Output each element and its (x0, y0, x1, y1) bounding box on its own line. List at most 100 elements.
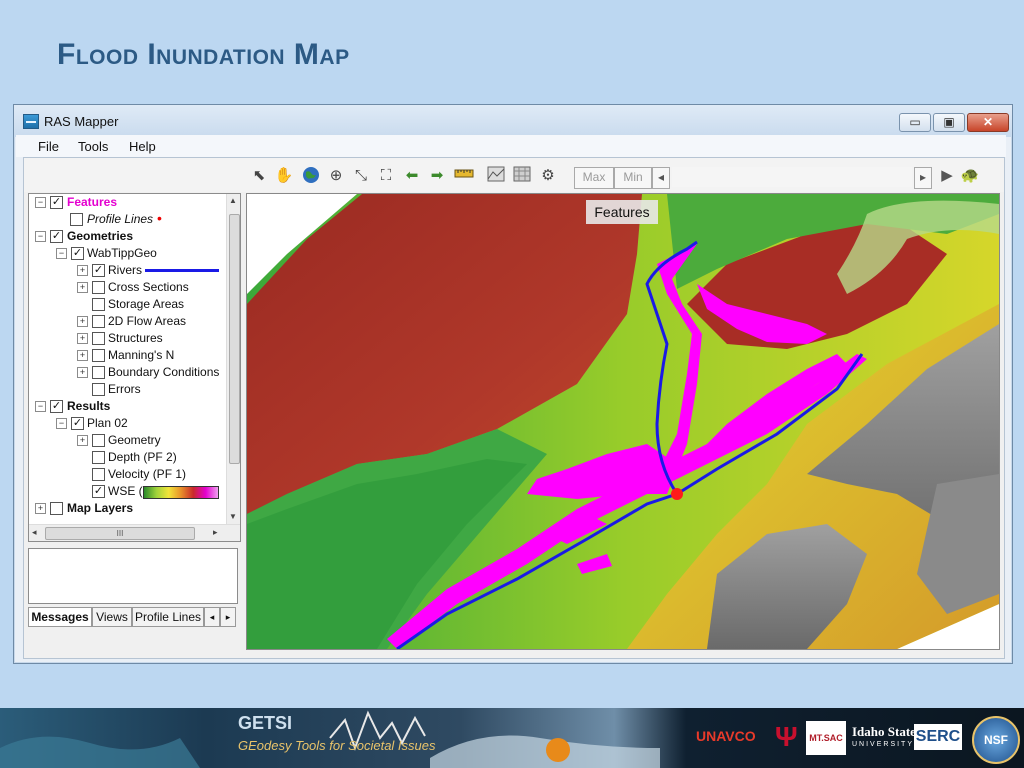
tree-vertical-scrollbar[interactable]: ▲ ▼ (226, 194, 240, 524)
results-label[interactable]: Results (67, 399, 110, 413)
results-checkbox[interactable]: ✓ (50, 400, 63, 413)
minimize-button[interactable]: ▭ (899, 113, 931, 132)
menu-file[interactable]: File (38, 139, 59, 154)
tab-scroll-right-icon[interactable]: ▸ (220, 607, 236, 627)
expand-structures-icon[interactable]: + (77, 333, 88, 344)
zoom-extent-in-icon[interactable]: ⤡ (351, 166, 371, 186)
boundary-conditions-label[interactable]: Boundary Conditions (108, 365, 219, 379)
junction-marker[interactable] (671, 488, 683, 500)
settings-gear-icon[interactable]: ⚙ (538, 166, 558, 186)
geometry-label[interactable]: Geometry (108, 433, 161, 447)
tab-views[interactable]: Views (92, 607, 132, 627)
expand-geometry-icon[interactable]: + (77, 435, 88, 446)
zoom-in-icon[interactable]: ⊕ (326, 166, 346, 186)
boundary-conditions-checkbox[interactable] (92, 366, 105, 379)
features-checkbox[interactable]: ✓ (50, 196, 63, 209)
expand-boundary-conditions-icon[interactable]: + (77, 367, 88, 378)
structures-label[interactable]: Structures (108, 331, 163, 345)
max-button[interactable]: Max (574, 167, 614, 189)
tab-profile-lines[interactable]: Profile Lines (132, 607, 204, 627)
collapse-geometries-icon[interactable]: − (35, 231, 46, 242)
cross-sections-label[interactable]: Cross Sections (108, 280, 189, 294)
profile-lines-checkbox[interactable] (70, 213, 83, 226)
time-slider-track[interactable] (672, 167, 912, 187)
play-icon[interactable]: ▶ (937, 166, 957, 186)
rivers-legend-line (145, 269, 219, 272)
geometries-checkbox[interactable]: ✓ (50, 230, 63, 243)
expand-map-layers-icon[interactable]: + (35, 503, 46, 514)
forward-arrow-icon[interactable]: ➡ (427, 166, 447, 186)
menu-tools[interactable]: Tools (78, 139, 108, 154)
rivers-label[interactable]: Rivers (108, 263, 142, 277)
depth-label[interactable]: Depth (PF 2) (108, 450, 177, 464)
structures-checkbox[interactable] (92, 332, 105, 345)
map-view[interactable]: Features (246, 193, 1000, 650)
collapse-plan02-icon[interactable]: − (56, 418, 67, 429)
full-extent-icon[interactable]: ⛶ (376, 166, 396, 186)
errors-checkbox[interactable] (92, 383, 105, 396)
storage-areas-checkbox[interactable] (92, 298, 105, 311)
map-layers-label[interactable]: Map Layers (67, 501, 133, 515)
rivers-checkbox[interactable]: ✓ (92, 264, 105, 277)
close-button[interactable]: ✕ (967, 113, 1009, 132)
collapse-results-icon[interactable]: − (35, 401, 46, 412)
profile-lines-label[interactable]: Profile Lines (87, 212, 153, 226)
getsi-logo-text: GETSI (238, 713, 293, 733)
min-button[interactable]: Min (614, 167, 652, 189)
measure-ruler-icon[interactable] (454, 166, 474, 186)
collapse-wabtippgeo-icon[interactable]: − (56, 248, 67, 259)
2d-flow-areas-label[interactable]: 2D Flow Areas (108, 314, 186, 328)
features-label[interactable]: Features (67, 195, 117, 209)
globe-icon[interactable] (301, 166, 321, 186)
mannings-n-checkbox[interactable] (92, 349, 105, 362)
cross-sections-checkbox[interactable] (92, 281, 105, 294)
wse-checkbox[interactable]: ✓ (92, 485, 105, 498)
tree-horizontal-scrollbar[interactable]: ◂ III ▸ (29, 524, 240, 541)
terrain-map[interactable]: Features (247, 194, 999, 649)
velocity-checkbox[interactable] (92, 468, 105, 481)
menu-help[interactable]: Help (129, 139, 156, 154)
back-arrow-icon[interactable]: ⬅ (402, 166, 422, 186)
bottom-tabs: Messages Views Profile Lines ◂ ▸ (28, 607, 239, 627)
expand-rivers-icon[interactable]: + (77, 265, 88, 276)
slide-title: Flood Inundation Map (57, 38, 350, 71)
scroll-left-icon[interactable]: ◂ (32, 527, 37, 538)
step-back-button[interactable]: ◂ (652, 167, 670, 189)
plan02-label[interactable]: Plan 02 (87, 416, 128, 430)
scroll-right-icon[interactable]: ▸ (213, 527, 218, 538)
depth-checkbox[interactable] (92, 451, 105, 464)
scroll-down-icon[interactable]: ▼ (229, 512, 237, 521)
mannings-n-label[interactable]: Manning's N (108, 348, 174, 362)
terrain-profile-icon[interactable] (486, 166, 506, 186)
geometry-checkbox[interactable] (92, 434, 105, 447)
client-area: ⬉ ✋ ⊕ ⤡ ⛶ ⬅ ➡ ⚙ Max Min ◂ ▸ ▶ 🐢 − ✓ Feat… (23, 157, 1005, 659)
tab-messages[interactable]: Messages (28, 607, 92, 627)
messages-panel[interactable] (28, 548, 238, 604)
tab-scroll-left-icon[interactable]: ◂ (204, 607, 220, 627)
wse-label[interactable]: WSE ( (108, 484, 143, 498)
errors-label[interactable]: Errors (108, 382, 141, 396)
expand-2d-flow-areas-icon[interactable]: + (77, 316, 88, 327)
geometries-label[interactable]: Geometries (67, 229, 133, 243)
wabtippgeo-label[interactable]: WabTippGeo (87, 246, 157, 260)
maximize-button[interactable]: ▣ (933, 113, 965, 132)
expand-cross-sections-icon[interactable]: + (77, 282, 88, 293)
title-bar: RAS Mapper ▭ ▣ ✕ (14, 105, 1012, 137)
collapse-features-icon[interactable]: − (35, 197, 46, 208)
step-forward-button[interactable]: ▸ (914, 167, 932, 189)
tree-vertical-scroll-thumb[interactable] (229, 214, 240, 464)
turtle-speed-icon[interactable]: 🐢 (960, 166, 980, 186)
wabtippgeo-checkbox[interactable]: ✓ (71, 247, 84, 260)
pan-hand-icon[interactable]: ✋ (274, 166, 294, 186)
velocity-label[interactable]: Velocity (PF 1) (108, 467, 186, 481)
mtsac-logo: MT.SAC (806, 721, 846, 755)
2d-flow-areas-checkbox[interactable] (92, 315, 105, 328)
map-layers-checkbox[interactable] (50, 502, 63, 515)
grid-layer-icon[interactable] (512, 166, 532, 186)
scroll-up-icon[interactable]: ▲ (229, 196, 237, 205)
expand-mannings-n-icon[interactable]: + (77, 350, 88, 361)
plan02-checkbox[interactable]: ✓ (71, 417, 84, 430)
tree-horizontal-scroll-thumb[interactable]: III (45, 527, 195, 540)
storage-areas-label[interactable]: Storage Areas (108, 297, 184, 311)
select-arrow-icon[interactable]: ⬉ (249, 166, 269, 186)
